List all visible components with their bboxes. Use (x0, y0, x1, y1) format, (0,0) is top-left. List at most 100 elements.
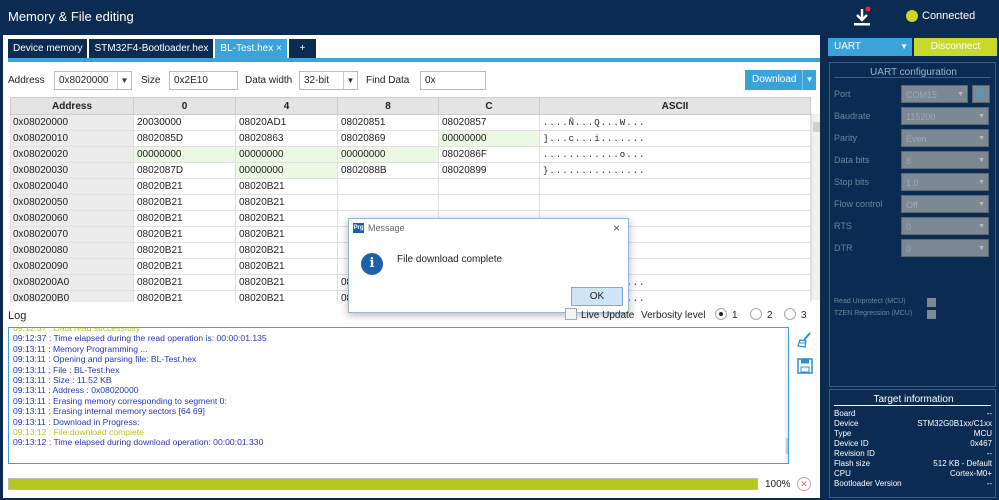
chevron-down-icon[interactable]: ▼ (900, 38, 908, 56)
table-row[interactable]: 0x08020050 08020B21 08020B21 (10, 194, 811, 211)
uart-field-select[interactable]: 115200 ▼ (901, 107, 989, 125)
close-tab-icon[interactable]: × (276, 43, 282, 54)
uart-field-select[interactable]: 0 ▼ (901, 239, 989, 257)
interface-select[interactable]: UART ▼ (828, 38, 912, 56)
hex-cell[interactable]: 08020B21 (235, 242, 338, 259)
address-cell[interactable]: 0x08020090 (10, 258, 134, 275)
address-cell[interactable]: 0x08020030 (10, 162, 134, 179)
hex-cell[interactable]: 08020B21 (235, 178, 338, 195)
chevron-down-icon[interactable]: ▼ (978, 174, 985, 192)
column-header-8[interactable]: 8 (337, 97, 439, 115)
hex-cell[interactable]: 08020B21 (133, 210, 236, 227)
address-cell[interactable]: 0x080200B0 (10, 290, 134, 302)
verbosity-radio-2[interactable] (750, 308, 762, 320)
table-row[interactable]: 0x08020010 0802085D 08020863 08020869 000000… (10, 130, 811, 147)
hex-cell[interactable]: 00000000 (235, 162, 338, 179)
address-cell[interactable]: 0x08020000 (10, 114, 134, 131)
chevron-down-icon[interactable]: ▼ (978, 196, 985, 214)
chevron-down-icon[interactable]: ▼ (978, 130, 985, 148)
hex-cell[interactable]: 08020B21 (235, 194, 338, 211)
hex-cell[interactable]: 00000000 (133, 146, 236, 163)
hex-cell[interactable]: 08020B21 (235, 226, 338, 243)
address-cell[interactable]: 0x08020050 (10, 194, 134, 211)
tab-stm32f4-bootloader[interactable]: STM32F4-Bootloader.hex (89, 39, 214, 58)
column-header-c[interactable]: C (438, 97, 540, 115)
address-cell[interactable]: 0x08020060 (10, 210, 134, 227)
download-button[interactable]: Download ▼ (745, 70, 816, 90)
hex-cell[interactable]: 08020B21 (133, 194, 236, 211)
uart-field-select[interactable]: COM15 ▼ (901, 85, 968, 103)
save-log-icon[interactable] (797, 358, 813, 374)
table-scrollbar[interactable] (811, 114, 820, 300)
hex-cell[interactable]: 08020869 (337, 130, 439, 147)
ok-button[interactable]: OK (571, 287, 623, 306)
ascii-cell[interactable] (539, 178, 811, 195)
uart-field-select[interactable]: 1.0 ▼ (901, 173, 989, 191)
disconnect-button[interactable]: Disconnect (914, 38, 997, 56)
read-unprotect-checkbox[interactable] (927, 298, 936, 307)
ascii-cell[interactable]: ....Ñ...Q...W... (539, 114, 811, 131)
refresh-icon[interactable]: ⟳ (972, 85, 990, 103)
live-update-checkbox[interactable] (565, 308, 577, 320)
chevron-down-icon[interactable]: ▼ (802, 70, 816, 90)
chevron-down-icon[interactable]: ▼ (978, 108, 985, 126)
address-cell[interactable]: 0x08020010 (10, 130, 134, 147)
hex-cell[interactable] (337, 178, 439, 195)
log-output[interactable]: 09:12:37 : Data read successfully 09:12:3… (8, 327, 789, 464)
ascii-cell[interactable]: ]...c...i....... (539, 130, 811, 147)
column-header-0[interactable]: 0 (133, 97, 236, 115)
hex-cell[interactable]: 08020857 (438, 114, 540, 131)
log-scrollbar[interactable] (785, 328, 788, 463)
hex-cell[interactable]: 00000000 (438, 130, 540, 147)
ascii-cell[interactable] (539, 194, 811, 211)
size-input[interactable]: 0x2E10 (169, 71, 238, 90)
address-cell[interactable]: 0x08020020 (10, 146, 134, 163)
scroll-thumb[interactable] (786, 438, 788, 454)
clear-log-icon[interactable] (797, 332, 813, 348)
find-data-input[interactable]: 0x (420, 71, 486, 90)
tzen-regression-checkbox[interactable] (927, 310, 936, 319)
hex-cell[interactable] (438, 178, 540, 195)
verbosity-radio-3[interactable] (784, 308, 796, 320)
hex-cell[interactable]: 08020AD1 (235, 114, 338, 131)
download-icon[interactable] (852, 6, 872, 28)
column-header-4[interactable]: 4 (235, 97, 338, 115)
hex-cell[interactable]: 0802086F (438, 146, 540, 163)
uart-field-select[interactable]: Off ▼ (901, 195, 989, 213)
address-cell[interactable]: 0x08020040 (10, 178, 134, 195)
data-width-select[interactable]: 32-bit ▼ (299, 71, 358, 90)
verbosity-radio-1[interactable] (715, 308, 727, 320)
uart-field-select[interactable]: Even ▼ (901, 129, 989, 147)
hex-cell[interactable]: 0802085D (133, 130, 236, 147)
chevron-down-icon[interactable]: ▼ (978, 152, 985, 170)
table-row[interactable]: 0x08020040 08020B21 08020B21 (10, 178, 811, 195)
hex-cell[interactable]: 08020B21 (235, 290, 338, 302)
hex-cell[interactable] (438, 194, 540, 211)
table-row[interactable]: 0x08020000 20030000 08020AD1 08020851 080208… (10, 114, 811, 131)
chevron-down-icon[interactable]: ▼ (978, 218, 985, 236)
address-cell[interactable]: 0x080200A0 (10, 274, 134, 291)
tab-device-memory[interactable]: Device memory (8, 39, 88, 58)
chevron-down-icon[interactable]: ▼ (978, 240, 985, 258)
chevron-down-icon[interactable]: ▼ (957, 86, 964, 104)
hex-cell[interactable]: 08020B21 (235, 210, 338, 227)
hex-cell[interactable]: 08020B21 (133, 290, 236, 302)
hex-cell[interactable]: 20030000 (133, 114, 236, 131)
column-header-ascii[interactable]: ASCII (539, 97, 811, 115)
address-cell[interactable]: 0x08020070 (10, 226, 134, 243)
ascii-cell[interactable]: }............... (539, 162, 811, 179)
hex-cell[interactable]: 08020B21 (133, 274, 236, 291)
hex-cell[interactable]: 08020851 (337, 114, 439, 131)
ascii-cell[interactable]: ............o... (539, 146, 811, 163)
hex-cell[interactable]: 00000000 (235, 146, 338, 163)
add-tab-button[interactable]: + (288, 39, 316, 58)
scroll-thumb[interactable] (813, 122, 820, 132)
address-combobox[interactable]: 0x8020000 ▼ (54, 71, 132, 90)
address-cell[interactable]: 0x08020080 (10, 242, 134, 259)
uart-field-select[interactable]: 8 ▼ (901, 151, 989, 169)
close-icon[interactable]: × (613, 221, 620, 235)
chevron-down-icon[interactable]: ▼ (117, 72, 131, 89)
column-header-address[interactable]: Address (10, 97, 134, 115)
hex-cell[interactable] (337, 194, 439, 211)
table-row[interactable]: 0x08020030 0802087D 00000000 0802088B 080208… (10, 162, 811, 179)
